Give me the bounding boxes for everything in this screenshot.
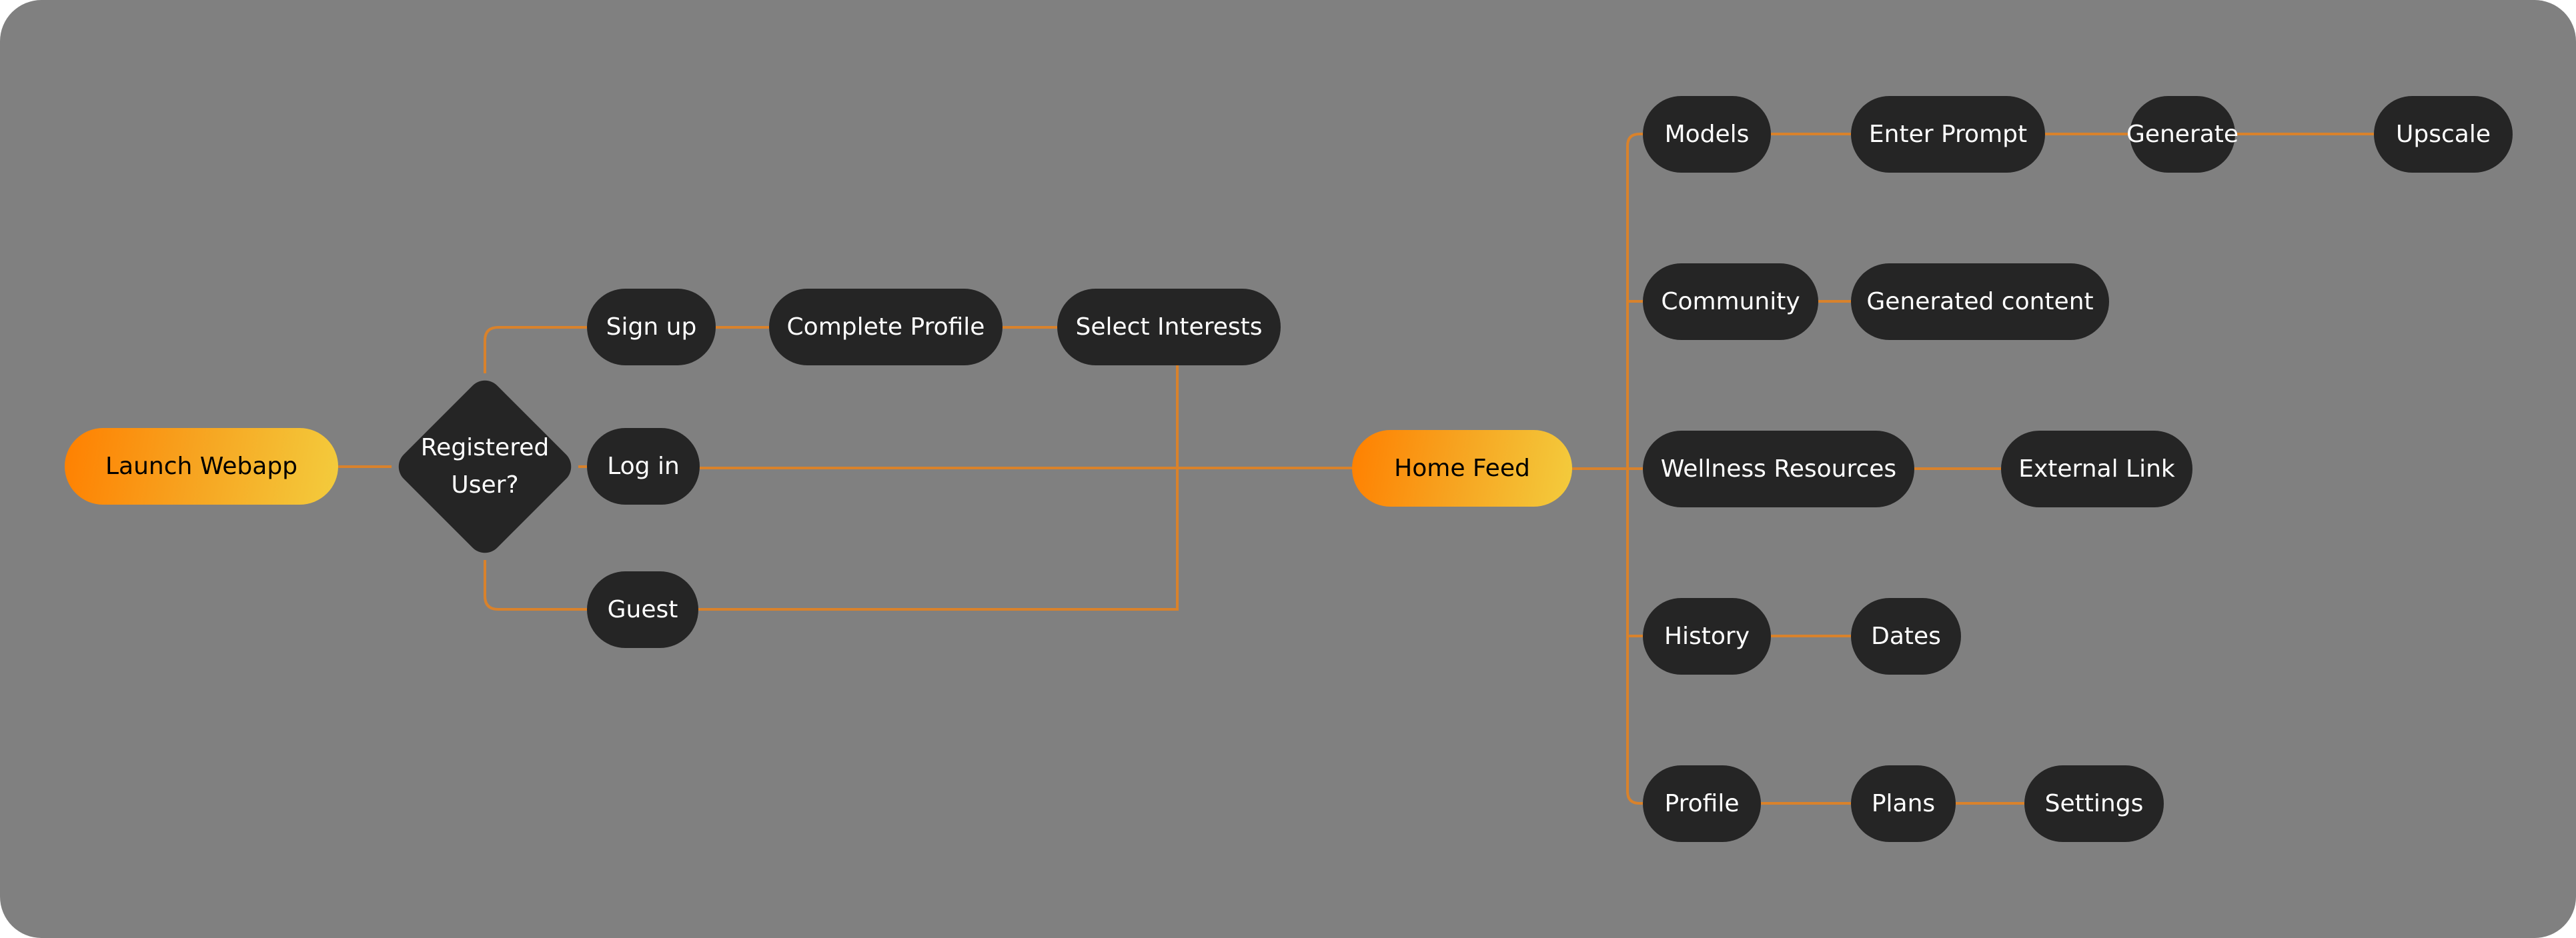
node-plans[interactable]: Plans [1851,765,1956,842]
node-dates[interactable]: Dates [1851,598,1961,675]
node-community[interactable]: Community [1643,263,1818,340]
node-generate[interactable]: Generate [2126,96,2238,173]
node-launch-webapp[interactable]: Launch Webapp [65,428,338,505]
flow-diagram-canvas: Launch Webapp Registered User? Sign up L… [0,0,2576,938]
node-upscale[interactable]: Upscale [2374,96,2513,173]
node-settings[interactable]: Settings [2024,765,2164,842]
node-history[interactable]: History [1643,598,1771,675]
node-wellness-resources[interactable]: Wellness Resources [1643,431,1914,507]
node-models[interactable]: Models [1643,96,1771,173]
node-home-feed[interactable]: Home Feed [1352,430,1572,507]
node-profile[interactable]: Profile [1643,765,1761,842]
node-enter-prompt[interactable]: Enter Prompt [1851,96,2045,173]
connector-decision-to-guest [484,560,587,611]
node-sign-up[interactable]: Sign up [587,289,716,365]
node-external-link[interactable]: External Link [2001,431,2192,507]
node-guest[interactable]: Guest [587,571,698,648]
node-select-interests[interactable]: Select Interests [1057,289,1281,365]
node-complete-profile[interactable]: Complete Profile [769,289,1003,365]
decision-label: Registered User? [420,434,550,499]
connector-decision-to-signup [484,326,587,373]
decision-registered-user[interactable]: Registered User? [391,373,579,561]
node-log-in[interactable]: Log in [587,428,700,505]
node-generated-content[interactable]: Generated content [1851,263,2109,340]
